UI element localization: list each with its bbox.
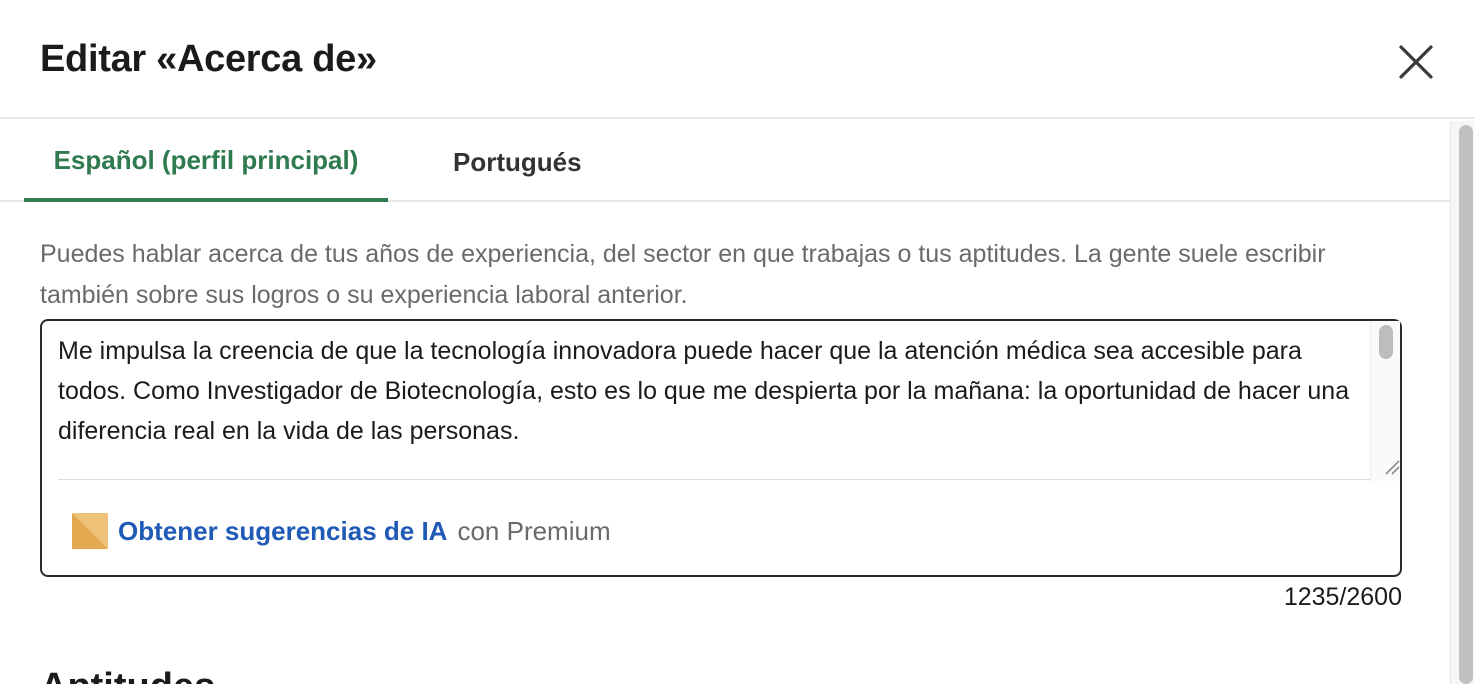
about-textarea[interactable]: Me impulsa la creencia de que la tecnolo…	[58, 331, 1368, 477]
close-icon	[1399, 45, 1433, 79]
helper-text: Puedes hablar acerca de tus años de expe…	[40, 240, 1326, 309]
skills-heading: Aptitudes	[40, 666, 215, 684]
modal-body: Español (perfil principal) Portugués Pue…	[0, 121, 1474, 684]
character-counter: 1235/2600	[1283, 583, 1402, 611]
ai-suggestions-link[interactable]: Obtener sugerencias de IA	[118, 516, 447, 547]
close-button[interactable]	[1390, 36, 1442, 88]
tab-spanish[interactable]: Español (perfil principal)	[24, 121, 388, 202]
ai-suggestions-suffix: con Premium	[457, 515, 611, 546]
about-editor: Me impulsa la creencia de que la tecnolo…	[40, 319, 1402, 577]
editor-divider	[58, 479, 1370, 480]
modal-scrollbar-thumb[interactable]	[1459, 125, 1473, 684]
modal-title: Editar «Acerca de»	[40, 38, 377, 80]
ai-suggestions-row: Obtener sugerencias de IA con Premium	[72, 511, 611, 551]
premium-icon	[72, 513, 108, 549]
modal-header: Editar «Acerca de»	[0, 0, 1474, 119]
resize-handle-icon[interactable]	[1382, 457, 1400, 475]
textarea-scrollbar-thumb[interactable]	[1379, 325, 1393, 359]
tab-portuguese[interactable]: Portugués	[437, 121, 598, 202]
modal-scrollbar[interactable]	[1450, 121, 1474, 684]
edit-about-modal: Editar «Acerca de» Español (perfil princ…	[0, 0, 1474, 684]
language-tabs: Español (perfil principal) Portugués	[0, 121, 1450, 202]
